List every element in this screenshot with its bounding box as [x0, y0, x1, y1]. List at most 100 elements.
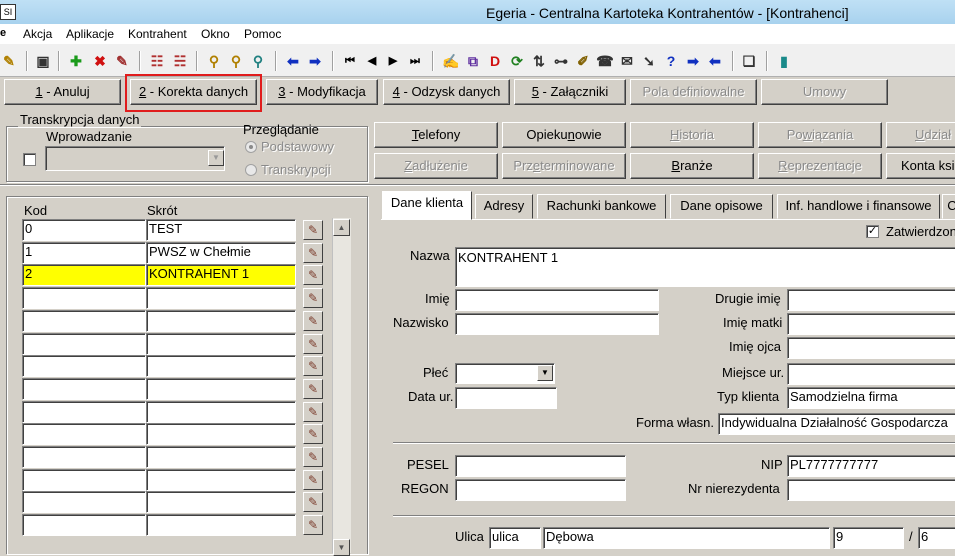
menu-kontrahent[interactable]: Kontrahent	[128, 27, 187, 41]
definable-fields-button[interactable]: Pola definiowalne	[630, 79, 757, 105]
father-name-field[interactable]	[787, 337, 955, 359]
house-number-field[interactable]: 9	[833, 527, 904, 549]
exit-door-icon[interactable]: ▮	[775, 52, 793, 70]
row-code-cell[interactable]: 1	[22, 241, 146, 264]
tab-addresses[interactable]: Adresy	[475, 194, 533, 219]
app-icon[interactable]: SI	[0, 4, 16, 20]
row-code-cell[interactable]	[22, 355, 146, 378]
scroll-down-icon[interactable]: ▼	[333, 539, 350, 556]
row-edit-icon[interactable]: ✎	[303, 242, 323, 263]
transcription-checkbox[interactable]	[23, 153, 36, 166]
row-edit-icon[interactable]: ✎	[303, 265, 323, 286]
d-icon[interactable]: D	[486, 52, 504, 70]
menu-akcja[interactable]: Akcja	[23, 27, 52, 41]
refresh-icon[interactable]: ⟳	[508, 52, 526, 70]
row-short-cell[interactable]	[146, 309, 296, 332]
radio-basic[interactable]	[245, 141, 257, 153]
row-code-cell[interactable]	[22, 468, 146, 491]
row-code-cell[interactable]: 2	[22, 264, 146, 287]
row-edit-icon[interactable]: ✎	[303, 515, 323, 536]
row-edit-icon[interactable]: ✎	[303, 492, 323, 513]
contracts-button[interactable]: Umowy	[761, 79, 888, 105]
ownership-field[interactable]: Indywidualna Działalność Gospodarcza	[718, 413, 955, 435]
row-short-cell[interactable]	[146, 446, 296, 468]
row-short-cell[interactable]	[146, 491, 296, 514]
row-code-cell[interactable]	[22, 309, 146, 332]
row-short-cell[interactable]	[146, 287, 296, 310]
relations-button[interactable]: Powiązania	[758, 122, 882, 148]
nip-field[interactable]: PL7777777777	[787, 455, 955, 477]
search-next-icon[interactable]: ⚲	[227, 52, 245, 70]
note-icon[interactable]: ✍	[442, 52, 460, 70]
flat-number-field[interactable]: 6	[918, 527, 955, 549]
row-short-cell[interactable]	[146, 514, 296, 537]
row-code-cell[interactable]	[22, 377, 146, 400]
row-edit-icon[interactable]: ✎	[303, 424, 323, 445]
mother-name-field[interactable]	[787, 313, 955, 335]
row-edit-icon[interactable]: ✎	[303, 447, 323, 467]
arrow-right-icon[interactable]: ➡	[306, 52, 324, 70]
mail-icon[interactable]: ✉	[618, 52, 636, 70]
row-code-cell[interactable]	[22, 400, 146, 423]
row-edit-icon[interactable]: ✎	[303, 220, 323, 240]
history-button[interactable]: Historia	[630, 122, 754, 148]
street-type-field[interactable]: ulica	[489, 527, 541, 549]
forward-icon[interactable]: ➡	[684, 52, 702, 70]
modification-button[interactable]: 3 - Modyfikacja	[266, 79, 378, 105]
row-code-cell[interactable]	[22, 332, 146, 355]
row-short-cell[interactable]	[146, 400, 296, 423]
name-field[interactable]: KONTRAHENT 1	[455, 247, 955, 287]
sort-icon[interactable]: ⇅	[530, 52, 548, 70]
row-edit-icon[interactable]: ✎	[303, 310, 323, 331]
row-code-cell[interactable]: 0	[22, 219, 146, 241]
row-edit-icon[interactable]: ✎	[303, 401, 323, 422]
split-icon[interactable]: ☷	[148, 52, 166, 70]
menu-okno[interactable]: Okno	[201, 27, 230, 41]
row-short-cell[interactable]	[146, 377, 296, 400]
data-recovery-button[interactable]: 4 - Odzysk danych	[383, 79, 510, 105]
first-name-field[interactable]	[455, 289, 659, 311]
regon-field[interactable]	[455, 479, 626, 501]
row-code-cell[interactable]	[22, 423, 146, 446]
window-list-icon[interactable]: ❏	[740, 52, 758, 70]
back-icon[interactable]: ⬅	[706, 52, 724, 70]
merge-icon[interactable]: ☵	[171, 52, 189, 70]
attachments-button[interactable]: 5 - Załączniki	[514, 79, 626, 105]
row-edit-icon[interactable]: ✎	[303, 333, 323, 354]
approved-checkbox[interactable]: ✓	[866, 225, 879, 238]
list-scrollbar[interactable]	[332, 218, 351, 553]
row-code-cell[interactable]	[22, 446, 146, 468]
birthplace-field[interactable]	[787, 363, 955, 385]
prev-record-icon[interactable]: ◀	[363, 52, 381, 70]
pin-icon[interactable]: ✎	[0, 52, 18, 70]
row-code-cell[interactable]	[22, 287, 146, 310]
help-icon[interactable]: ?	[662, 52, 680, 70]
accounts-button[interactable]: Konta ksi	[886, 153, 955, 179]
menu-aplikacje[interactable]: Aplikacje	[66, 27, 114, 41]
phone-icon[interactable]: ☎	[596, 52, 614, 70]
client-type-field[interactable]: Samodzielna firma	[787, 387, 955, 409]
arrow-left-icon[interactable]: ⬅	[284, 52, 302, 70]
tab-client-data[interactable]: Dane klienta	[382, 191, 472, 220]
tab-more[interactable]: C	[942, 194, 955, 219]
row-short-cell[interactable]	[146, 468, 296, 491]
surname-field[interactable]	[455, 313, 659, 335]
search-icon[interactable]: ⚲	[205, 52, 223, 70]
pesel-field[interactable]	[455, 455, 626, 477]
scroll-up-icon[interactable]: ▲	[333, 219, 350, 236]
birthdate-field[interactable]	[455, 387, 557, 409]
documents-icon[interactable]: ⧉	[464, 52, 482, 70]
next-record-icon[interactable]: ▶	[384, 52, 402, 70]
second-name-field[interactable]	[787, 289, 955, 311]
street-name-field[interactable]: Dębowa	[543, 527, 830, 549]
debt-button[interactable]: Zadłużenie	[374, 153, 498, 179]
radio-transcriptions[interactable]	[245, 164, 257, 176]
last-record-icon[interactable]: ⏭	[406, 52, 424, 70]
first-record-icon[interactable]: ⏮	[341, 52, 359, 70]
row-short-cell[interactable]	[146, 332, 296, 355]
add-icon[interactable]: ✚	[67, 52, 85, 70]
cancel-button[interactable]: 1 - Anuluj	[4, 79, 121, 105]
entry-dropdown-icon[interactable]: ▼	[208, 150, 224, 166]
row-short-cell[interactable]: TEST	[146, 219, 296, 241]
edit-icon[interactable]: ✎	[113, 52, 131, 70]
